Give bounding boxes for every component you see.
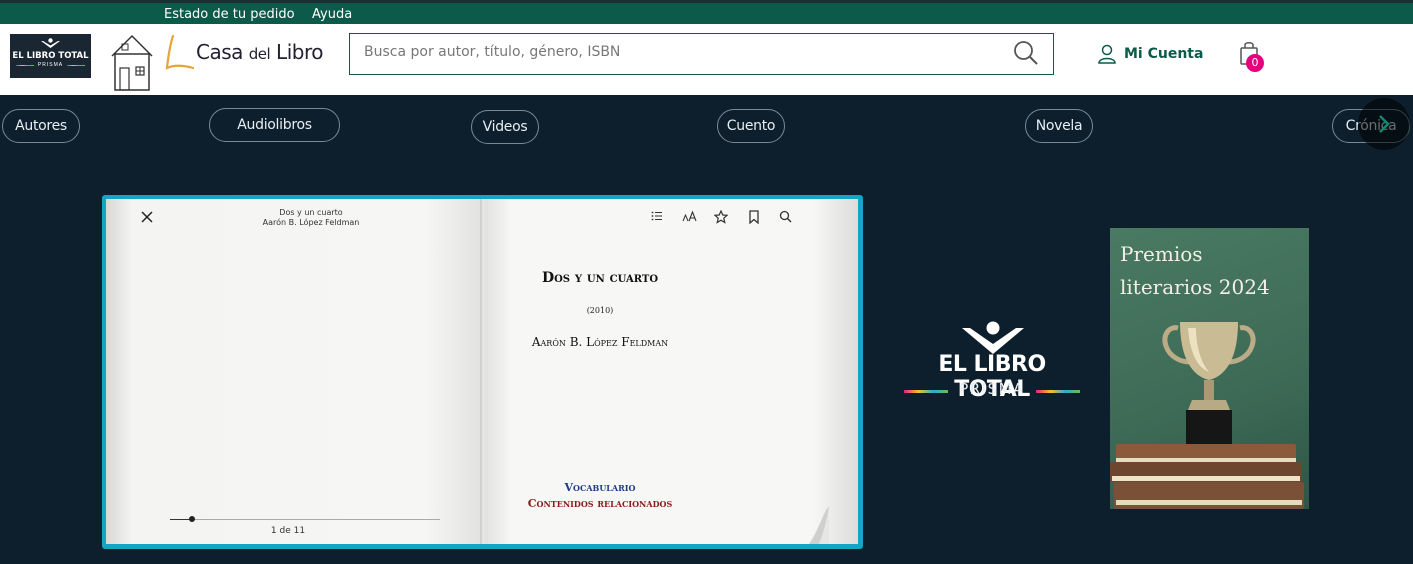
- brand-name-part2: del: [248, 45, 271, 63]
- book-year: (2010): [586, 306, 614, 315]
- site-header: EL LIBRO TOTAL PRISMA Casa del Libro Mi …: [0, 24, 1413, 95]
- carousel-next-button[interactable]: [1358, 98, 1410, 150]
- reader-figure-icon: [962, 321, 1024, 354]
- promo-title: Premios literarios 2024: [1120, 242, 1270, 299]
- toc-icon[interactable]: [651, 210, 663, 222]
- help-link[interactable]: Ayuda: [312, 7, 352, 22]
- order-status-link[interactable]: Estado de tu pedido: [164, 7, 295, 22]
- brand-name-part3: Libro: [270, 40, 323, 64]
- reader-header-title: Dos y un cuarto: [279, 208, 343, 217]
- page-slider-handle[interactable]: [188, 516, 195, 522]
- category-audiolibros[interactable]: Audiolibros: [209, 108, 340, 142]
- category-videos[interactable]: Videos: [471, 110, 539, 144]
- account-label: Mi Cuenta: [1124, 46, 1204, 62]
- brand-name[interactable]: Casa del Libro: [196, 40, 323, 64]
- promo-banner[interactable]: Premios literarios 2024: [1110, 228, 1309, 509]
- page-slider-track[interactable]: [170, 519, 440, 520]
- reader-search-icon[interactable]: [779, 210, 792, 223]
- book-reader: [102, 195, 863, 549]
- cart-button[interactable]: 0: [1239, 41, 1264, 72]
- page-indicator: 1 de 11: [270, 526, 306, 536]
- reader-figure-icon: [41, 38, 60, 48]
- close-icon[interactable]: [141, 211, 153, 223]
- page-curl[interactable]: [809, 506, 829, 544]
- house-logo-icon[interactable]: [110, 34, 154, 92]
- category-novela[interactable]: Novela: [1025, 109, 1093, 143]
- account-link[interactable]: Mi Cuenta: [1098, 44, 1203, 69]
- trophy-on-books-image: [1110, 322, 1304, 509]
- bookmark-icon[interactable]: [748, 210, 760, 224]
- partner-logo-line1: EL LIBRO TOTAL: [12, 51, 89, 61]
- reader-header-author: Aarón B. López Feldman: [262, 218, 360, 227]
- book-author: Aarón B. López Feldman: [531, 335, 669, 349]
- brand-name-part1: Casa: [196, 40, 249, 64]
- star-icon[interactable]: [714, 210, 728, 224]
- search-input[interactable]: [364, 44, 984, 60]
- category-cuento[interactable]: Cuento: [717, 109, 785, 143]
- user-icon: [1098, 44, 1116, 64]
- related-content-link[interactable]: Contenidos relacionados: [480, 497, 720, 510]
- cart-count-badge: 0: [1246, 54, 1264, 72]
- top-bar: Estado de tu pedido Ayuda: [0, 0, 1413, 24]
- font-size-icon[interactable]: [682, 210, 698, 222]
- category-autores[interactable]: Autores: [2, 109, 80, 143]
- side-logo-line2: PRISMA: [959, 380, 1025, 398]
- chevron-right-icon: [1379, 115, 1390, 133]
- left-page: [106, 199, 481, 544]
- search-icon[interactable]: [1013, 40, 1039, 66]
- search-bar: [349, 33, 1054, 75]
- brand-l-mark-icon: [165, 34, 195, 70]
- vocabulary-link[interactable]: Vocabulario: [480, 481, 720, 494]
- book-title: Dos y un cuarto: [541, 270, 659, 286]
- el-libro-total-logo[interactable]: EL LIBRO TOTAL PRISMA: [900, 320, 1084, 402]
- partner-logo[interactable]: EL LIBRO TOTAL PRISMA: [10, 34, 91, 78]
